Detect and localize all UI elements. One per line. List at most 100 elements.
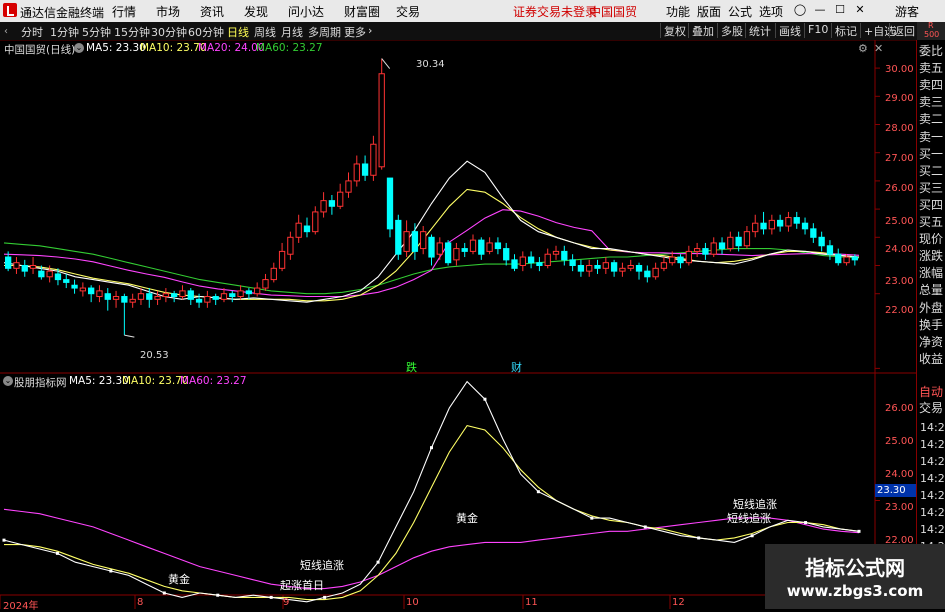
legend-ma60: MA60: 23.27 [256, 42, 323, 54]
candle [810, 223, 817, 243]
sub-ma5-point [376, 560, 380, 564]
candle-body [660, 262, 668, 269]
sub-y-label: 23.00 [885, 502, 914, 513]
candle [212, 293, 219, 305]
quote-field-label: 涨幅 [919, 266, 944, 281]
period-60min[interactable]: 60分钟 [188, 24, 224, 40]
tool-multi-stock[interactable]: 多股 [717, 23, 746, 38]
candle [436, 237, 443, 260]
period-more[interactable]: 更多 [344, 24, 366, 40]
candle [137, 288, 145, 305]
candle-body [162, 293, 170, 298]
y-label: 25.00 [885, 216, 914, 227]
candle-body [486, 242, 493, 252]
candle-body [843, 256, 850, 264]
tick-time: 14:24 [920, 489, 945, 502]
sub-ma5-point [483, 397, 487, 401]
legend-toggle-icon[interactable]: ⌄ [74, 43, 84, 53]
candle-body [444, 242, 452, 264]
menu-formula[interactable]: 公式 [728, 3, 752, 20]
candle [627, 259, 634, 272]
period-30min[interactable]: 30分钟 [151, 24, 187, 40]
menu-trade[interactable]: 交易 [396, 3, 420, 20]
candle [278, 242, 286, 272]
menu-layout[interactable]: 版面 [697, 3, 721, 20]
tick-time: 14:24 [920, 421, 945, 434]
tool-overlay[interactable]: 叠加 [688, 23, 717, 38]
candle-body [112, 296, 120, 300]
menu-ask[interactable]: 问小达 [288, 3, 324, 20]
period-5min[interactable]: 5分钟 [82, 24, 111, 40]
panel-close-icon[interactable]: ✕ [874, 42, 883, 55]
auto-trade-label[interactable]: 自动 [919, 385, 943, 399]
tool-f10[interactable]: F10 [804, 23, 831, 38]
tool-draw-line[interactable]: 画线 [775, 23, 804, 38]
corner-badge: R 500 [917, 21, 945, 40]
candle [262, 273, 269, 291]
candle-body [328, 200, 336, 207]
candle [453, 242, 460, 266]
candle-body [677, 256, 684, 264]
candle-body [411, 231, 419, 252]
candle [760, 211, 767, 235]
menu-discover[interactable]: 发现 [244, 3, 268, 20]
sub-legend-toggle-icon[interactable]: ⌄ [3, 376, 13, 386]
candle-body [395, 219, 402, 255]
sub-ma5-point [697, 536, 701, 540]
sub-ma5-line [3, 380, 860, 603]
menu-wealth[interactable]: 财富圈 [344, 3, 380, 20]
chevron-right-icon[interactable]: › [368, 24, 372, 37]
candle-body [212, 296, 219, 300]
legend-ma10: MA10: 23.70 [140, 42, 207, 54]
period-weekly[interactable]: 周线 [254, 24, 276, 40]
menu-market[interactable]: 市场 [156, 3, 180, 20]
quote-field-label: 外盘 [919, 300, 944, 315]
candle [386, 177, 394, 238]
candle [569, 254, 576, 272]
signal-cai: 财 [511, 361, 522, 374]
period-monthly[interactable]: 月线 [281, 24, 303, 40]
watermark-title: 指标公式网 [805, 556, 905, 580]
maximize-icon[interactable]: ☐ [832, 2, 848, 18]
chevron-left-icon[interactable]: ‹ [4, 26, 11, 37]
auto-trade-label[interactable]: 交易 [919, 401, 943, 415]
tool-statistics[interactable]: 统计 [745, 23, 774, 38]
candle-body [818, 236, 825, 247]
sub-indicator-name: 股朋指标网 [14, 377, 67, 389]
candle-body [685, 250, 692, 264]
candle-body [154, 296, 161, 300]
close-icon[interactable]: ✕ [852, 2, 868, 18]
tool-restore-rights[interactable]: 复权 [660, 23, 689, 38]
candle [96, 285, 103, 303]
chat-icon[interactable]: ◯ [792, 2, 808, 18]
period-daily[interactable]: 日线 [227, 24, 249, 40]
x-label: 2024年 [3, 601, 39, 612]
period-1min[interactable]: 1分钟 [50, 24, 79, 40]
settings-icon[interactable]: ⚙ [858, 42, 868, 55]
menu-news[interactable]: 资讯 [200, 3, 224, 20]
back-button[interactable]: 返回 [889, 23, 918, 38]
minimize-icon[interactable]: — [812, 2, 828, 18]
low-marker [124, 334, 135, 338]
signal-qizhang: 起涨首日 [280, 579, 324, 592]
menu-function[interactable]: 功能 [666, 3, 690, 20]
tick-time: 14:24 [920, 438, 945, 451]
quote-field-label: 买五 [919, 215, 944, 229]
candle-body [644, 270, 651, 278]
app-title: 通达信金融终端 [20, 6, 105, 20]
menu-options[interactable]: 选项 [759, 3, 783, 20]
period-multi[interactable]: 多周期 [308, 24, 341, 40]
tool-mark[interactable]: 标记 [831, 23, 860, 38]
period-timeshare[interactable]: 分时 [21, 24, 43, 40]
candle-body [137, 293, 145, 300]
candle [13, 257, 20, 274]
trade-login-notice[interactable]: 证券交易未登录 [513, 3, 597, 20]
x-label: 11 [525, 597, 538, 608]
menu-quotes[interactable]: 行情 [112, 3, 136, 20]
guest-label[interactable]: 游客 [895, 3, 919, 20]
candle-body [693, 248, 701, 252]
period-15min[interactable]: 15分钟 [114, 24, 150, 40]
candle [586, 259, 593, 277]
candle [685, 245, 692, 266]
candle-body [88, 287, 95, 295]
